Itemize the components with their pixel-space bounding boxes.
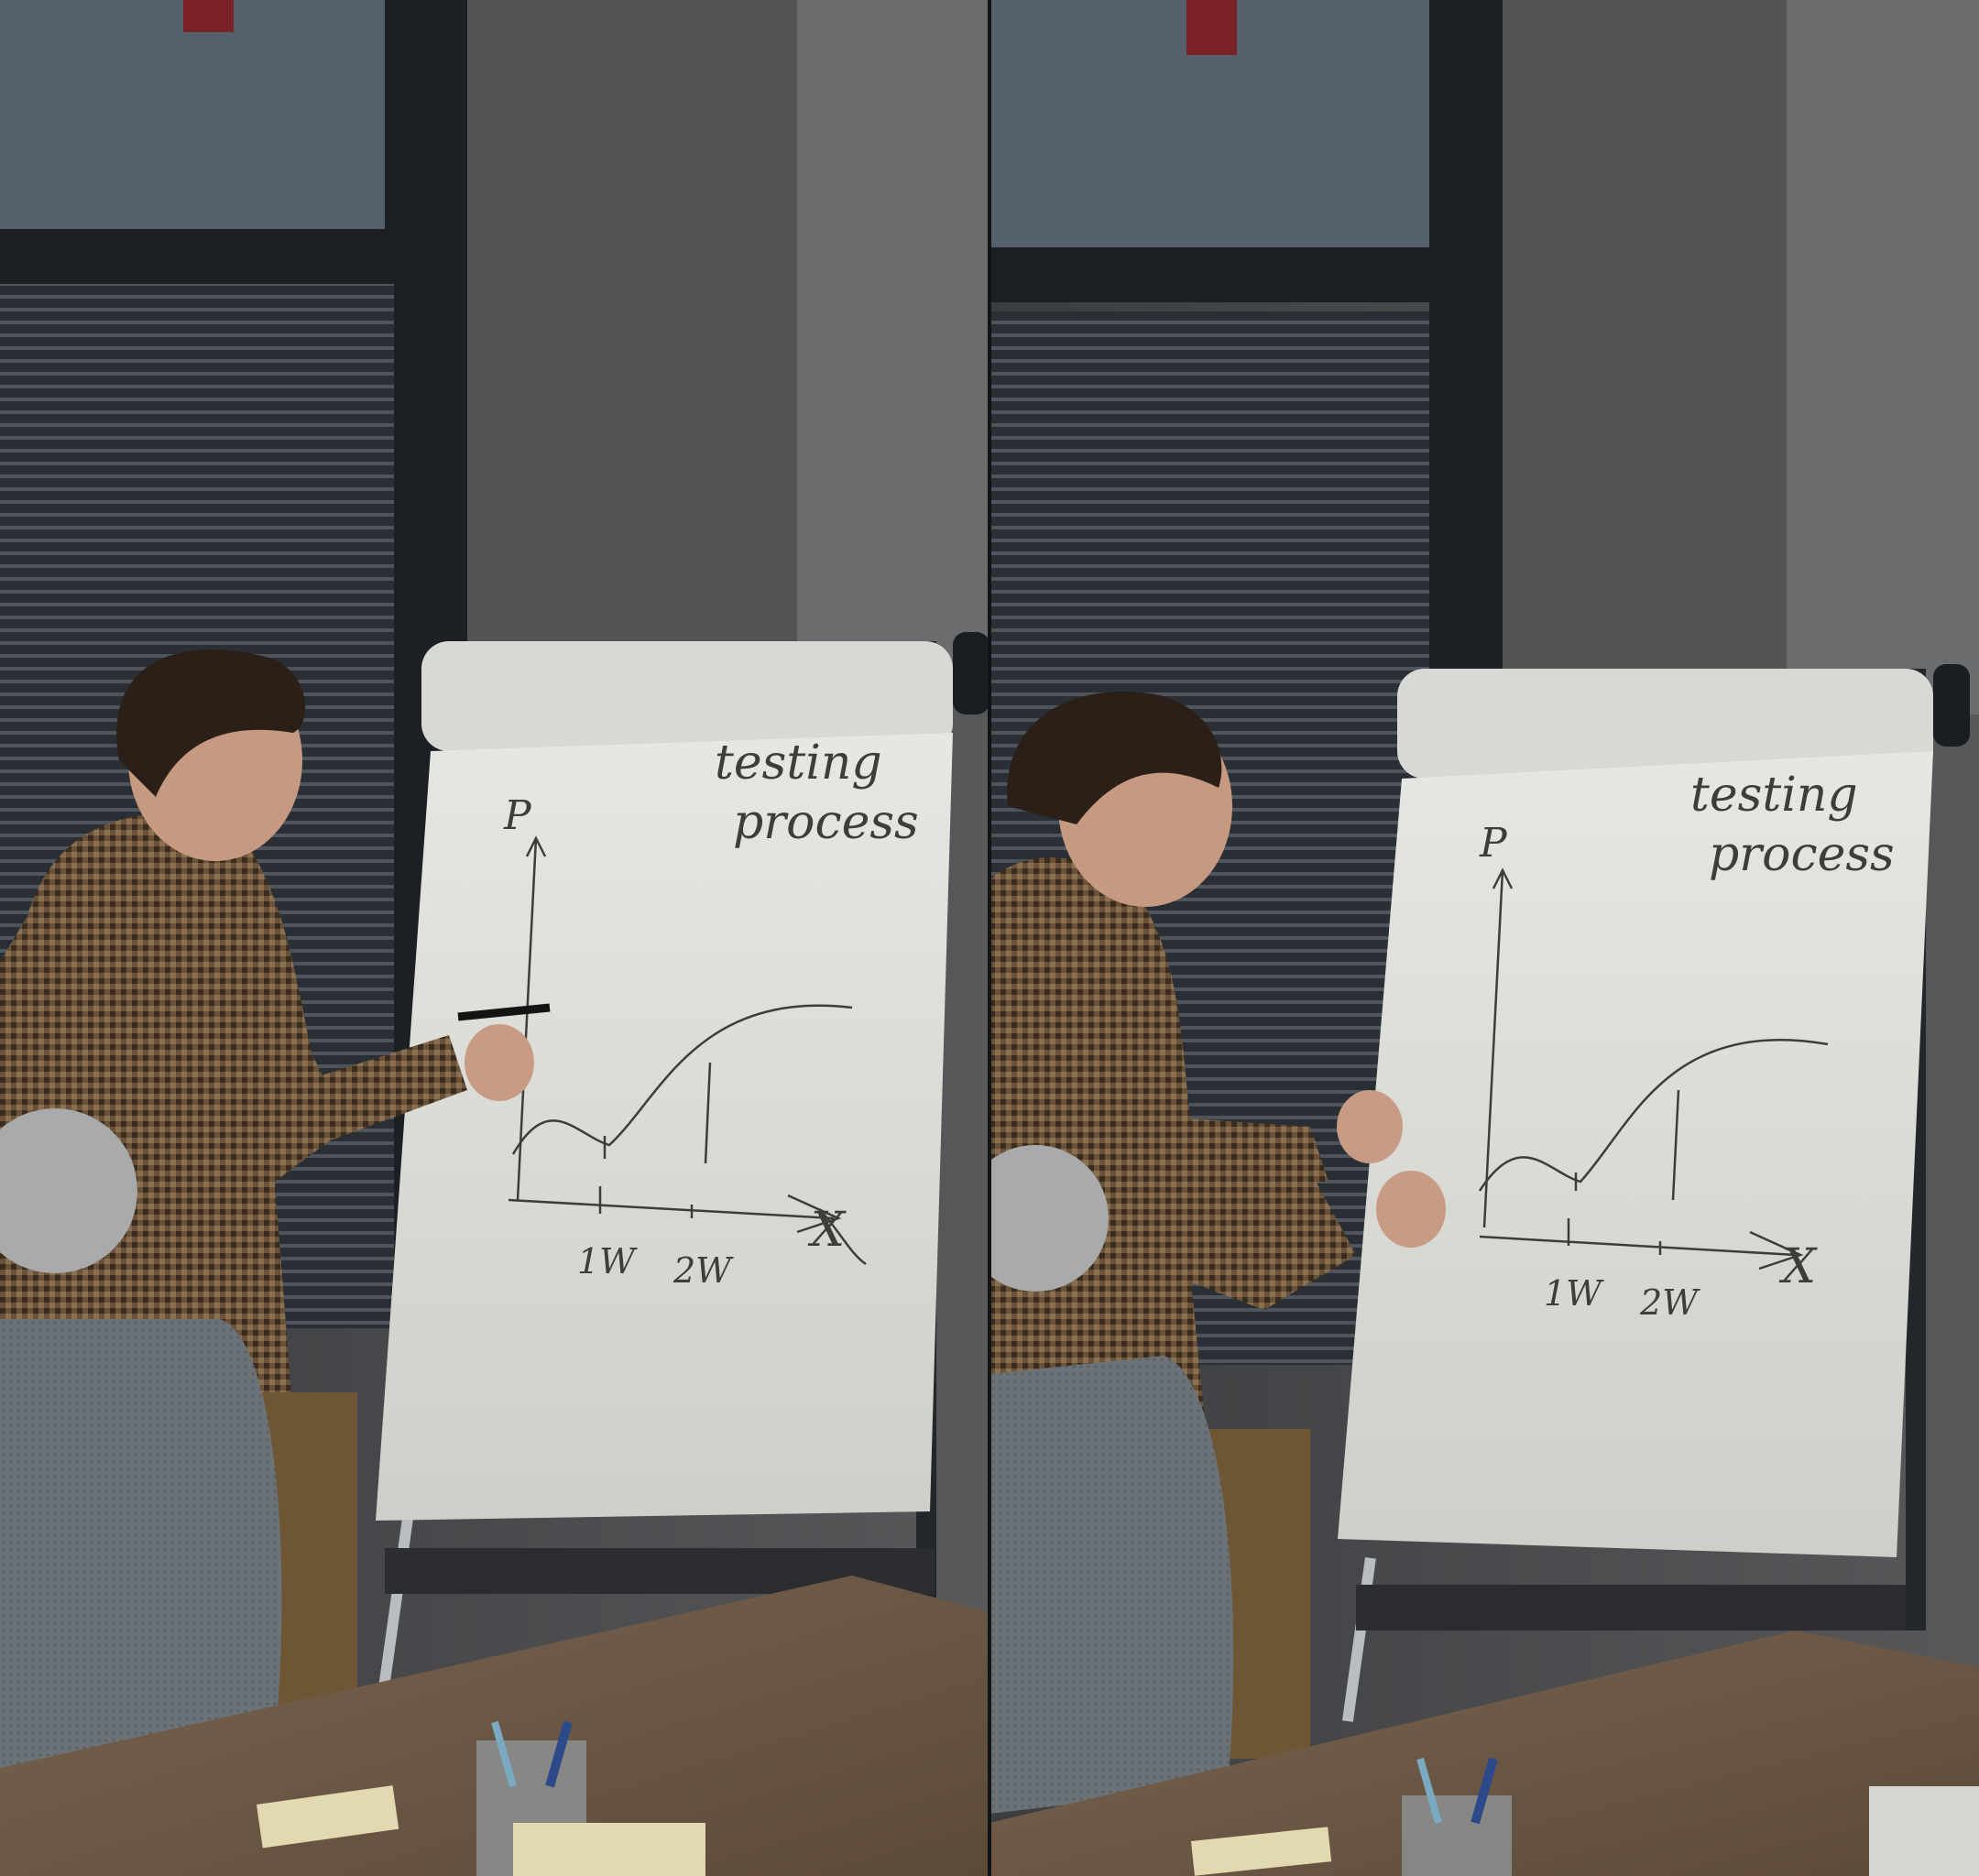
heading-line-2: process <box>1709 827 1895 882</box>
heading-line-2: process <box>733 795 919 850</box>
y-axis-label: P <box>1479 820 1508 867</box>
right-panel: P 1W 2W X testing process <box>990 0 1979 1876</box>
heading-line-1: testing <box>1690 768 1858 823</box>
y-axis-label: P <box>503 792 532 839</box>
photo-collage: P 1W 2W X testing process P 1W 2W X test… <box>0 0 1979 1876</box>
x-tick-2w: 2W <box>1639 1282 1700 1323</box>
left-panel: P 1W 2W X testing process <box>0 0 990 1876</box>
x-tick-1w: 1W <box>577 1241 638 1282</box>
photo-frame: P 1W 2W X testing process P 1W 2W X test… <box>0 0 1979 1876</box>
x-axis-end-mark: X <box>1778 1239 1818 1294</box>
office-chair <box>990 1356 1234 1814</box>
x-axis-end-mark: X <box>807 1203 847 1258</box>
x-tick-2w: 2W <box>672 1250 734 1291</box>
x-tick-1w: 1W <box>1544 1273 1604 1314</box>
flipchart-paper <box>376 733 953 1521</box>
heading-line-1: testing <box>715 736 882 791</box>
panel-divider <box>988 0 991 1876</box>
